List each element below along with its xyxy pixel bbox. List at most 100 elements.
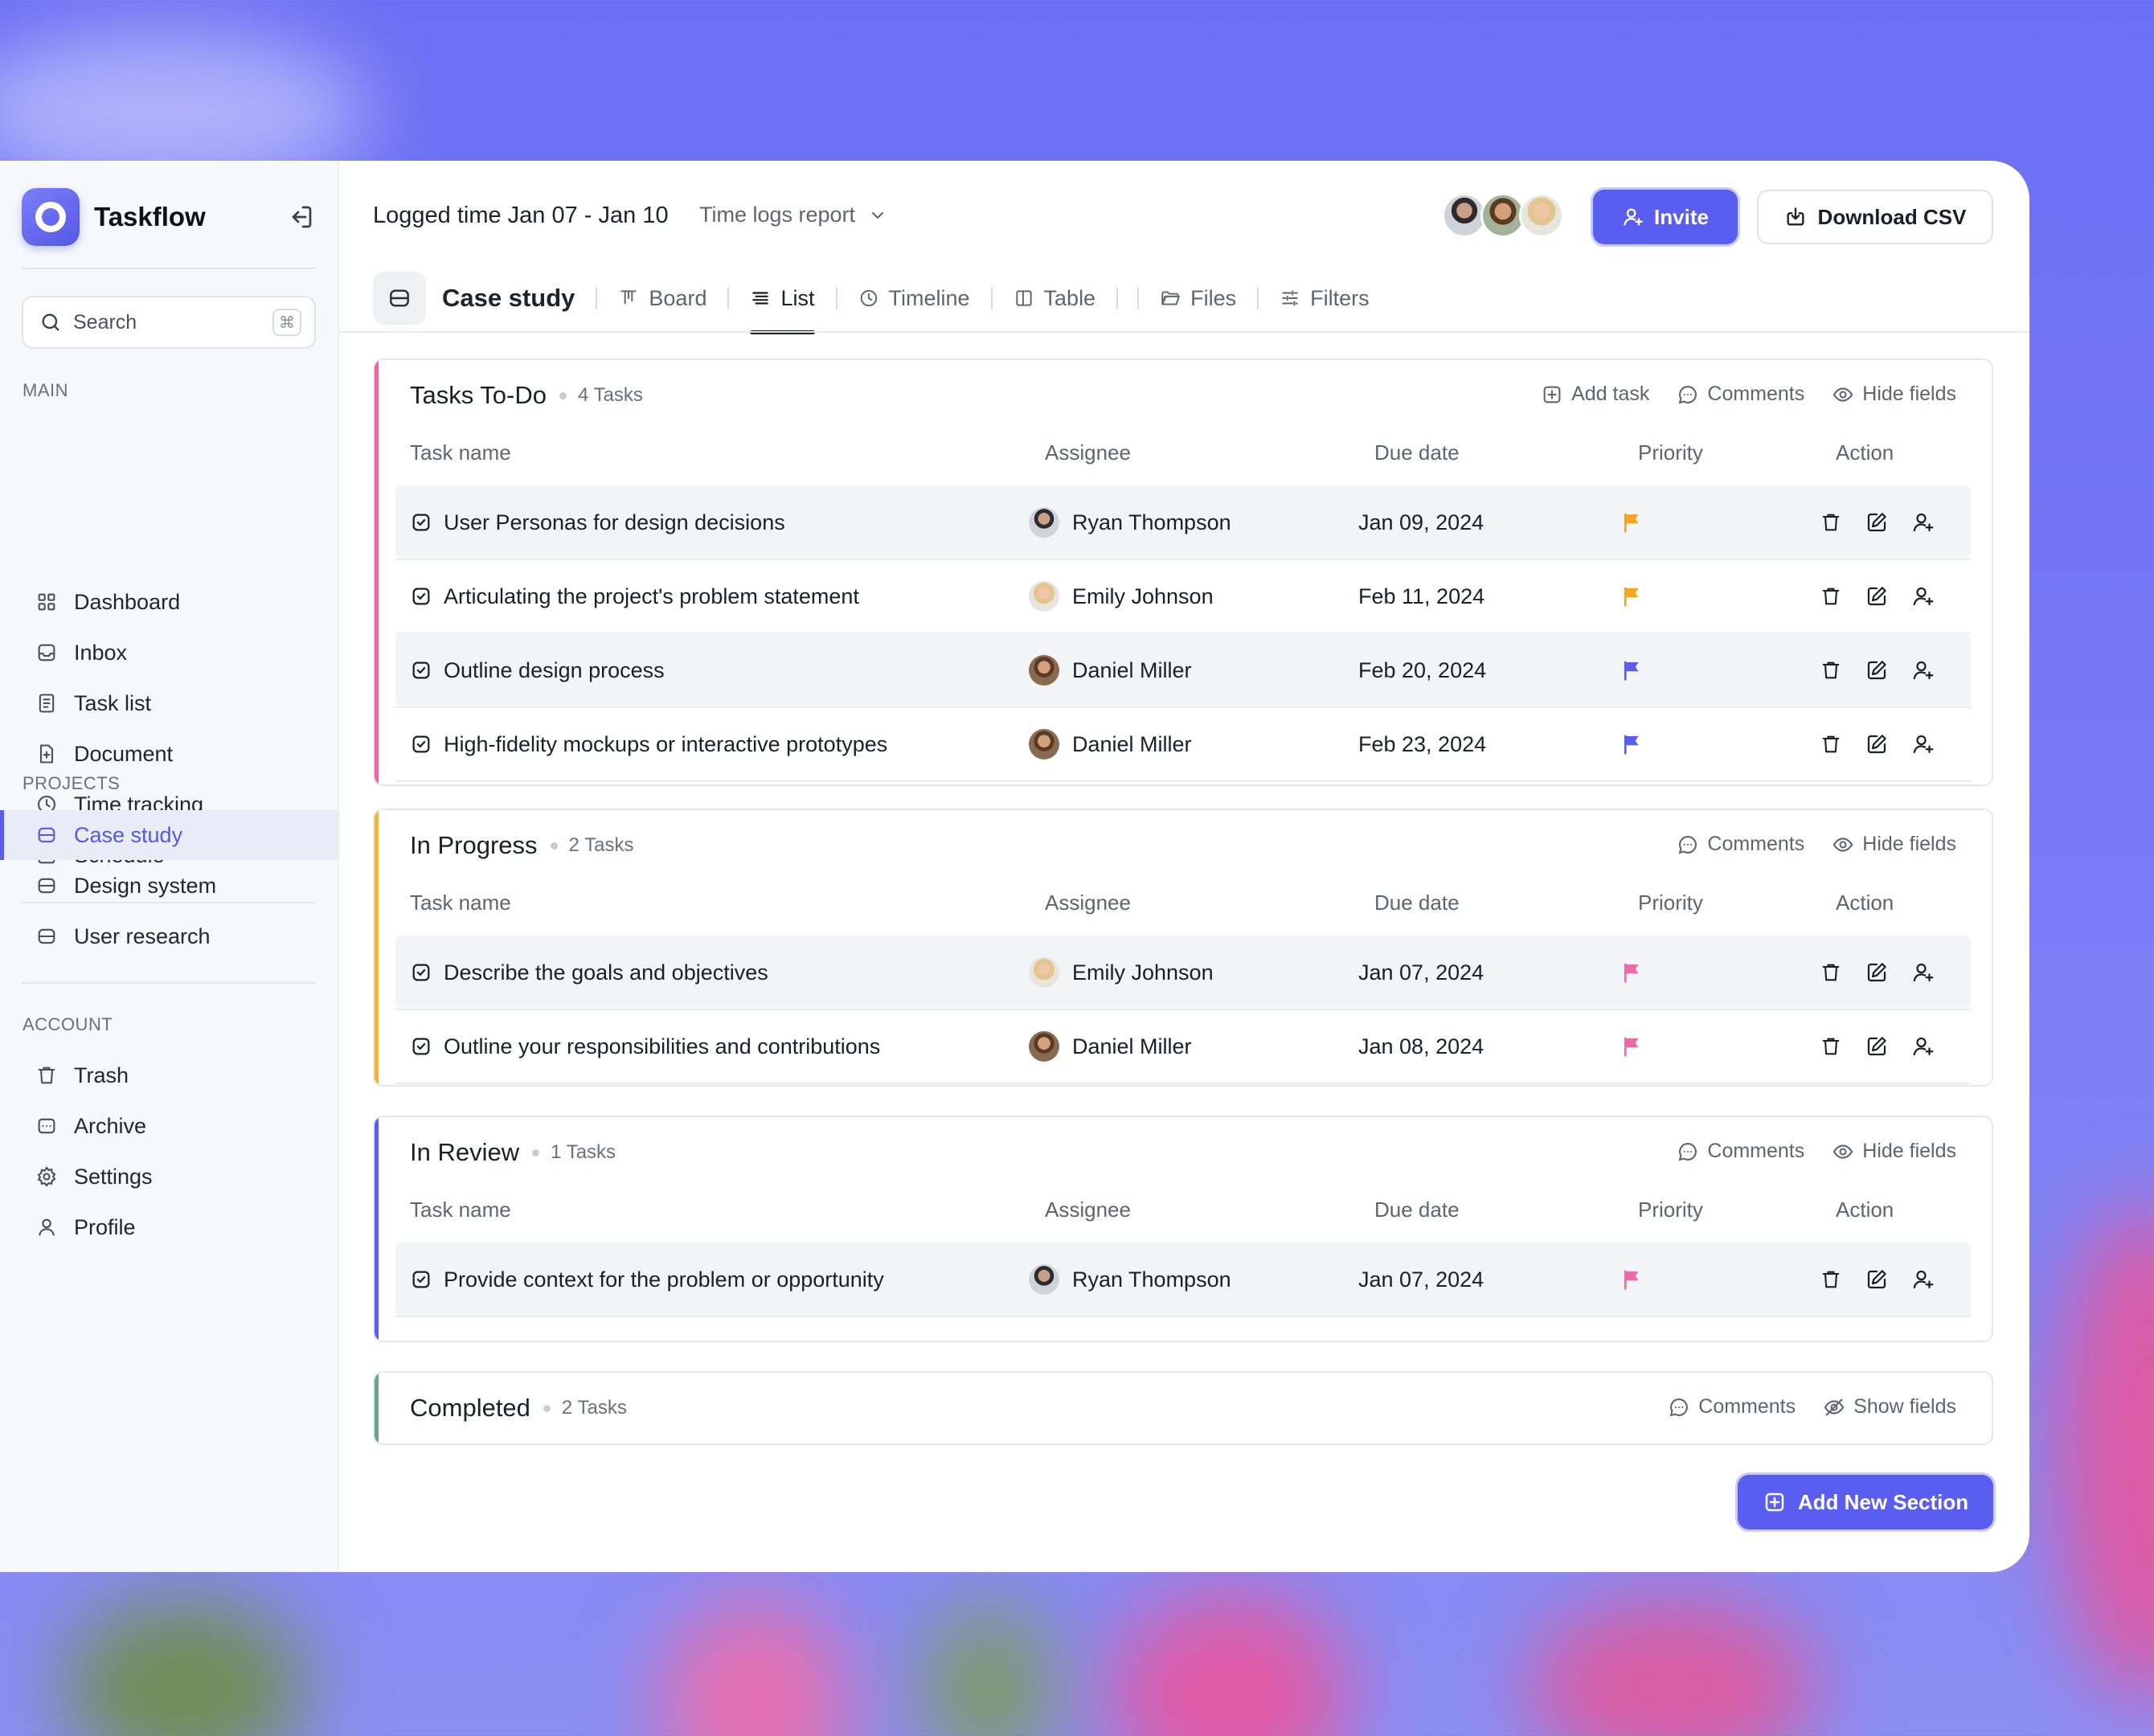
trash-icon[interactable] xyxy=(1820,585,1842,608)
brand[interactable]: Taskflow xyxy=(22,188,206,246)
edit-icon[interactable] xyxy=(1865,1267,1889,1292)
avatar xyxy=(1519,193,1564,238)
sidebar-item-dashboard[interactable]: Dashboard xyxy=(0,577,338,627)
assignee-cell[interactable]: Daniel Miller xyxy=(1029,633,1192,707)
action-cell xyxy=(1820,936,1958,1009)
group-accent-bar xyxy=(375,1117,379,1341)
task-cell[interactable]: User Personas for design decisions xyxy=(410,485,785,559)
assign-user-icon[interactable] xyxy=(1911,658,1935,682)
edit-icon[interactable] xyxy=(1865,584,1889,608)
comments-button[interactable]: Comments xyxy=(1677,1140,1804,1163)
assignee-cell[interactable]: Emily Johnson xyxy=(1029,936,1214,1009)
priority-cell[interactable] xyxy=(1620,707,1644,781)
group-actions: Add task Comments Hide fields xyxy=(1513,383,1956,406)
assign-user-icon[interactable] xyxy=(1911,1267,1935,1292)
comments-button[interactable]: Comments xyxy=(1677,833,1804,856)
trash-icon[interactable] xyxy=(1820,1268,1842,1291)
priority-flag-icon xyxy=(1624,587,1639,607)
trash-icon[interactable] xyxy=(1820,733,1842,755)
sidebar-item-user-research[interactable]: User research xyxy=(0,911,338,961)
group-header[interactable]: Completed 2 Tasks xyxy=(410,1394,627,1423)
trash-icon[interactable] xyxy=(1820,511,1842,534)
toggle-fields-button[interactable]: Show fields xyxy=(1823,1395,1956,1419)
tab-files[interactable]: Files xyxy=(1139,264,1257,333)
comments-button[interactable]: Comments xyxy=(1668,1395,1796,1419)
search-icon xyxy=(42,313,59,331)
toggle-fields-button[interactable]: Hide fields xyxy=(1832,833,1956,856)
sidebar-item-trash[interactable]: Trash xyxy=(0,1050,338,1100)
table-row[interactable]: Outline design process Daniel Miller Feb 2… xyxy=(395,633,1971,708)
priority-cell[interactable] xyxy=(1620,1009,1644,1083)
sidebar-item-task-list[interactable]: Task list xyxy=(0,678,338,728)
assignee-cell[interactable]: Emily Johnson xyxy=(1029,559,1214,633)
edit-icon[interactable] xyxy=(1865,658,1889,682)
assignee-cell[interactable]: Daniel Miller xyxy=(1029,707,1192,781)
comments-button[interactable]: Comments xyxy=(1677,383,1804,406)
trash-icon[interactable] xyxy=(1820,961,1842,984)
edit-icon[interactable] xyxy=(1865,732,1889,756)
add-new-section-button[interactable]: Add New Section xyxy=(1738,1475,1993,1529)
add-task-button[interactable]: Add task xyxy=(1541,383,1649,406)
task-cell[interactable]: Articulating the project's problem state… xyxy=(410,559,859,633)
toggle-fields-button[interactable]: Hide fields xyxy=(1832,1140,1956,1163)
edit-icon[interactable] xyxy=(1865,960,1889,985)
task-cell[interactable]: Outline design process xyxy=(410,633,665,707)
group-title: In Review xyxy=(410,1138,520,1166)
download-icon xyxy=(1787,207,1804,226)
sidebar-item-settings[interactable]: Settings xyxy=(0,1152,338,1202)
list-icon xyxy=(39,694,55,713)
sidebar-item-profile[interactable]: Profile xyxy=(0,1202,338,1252)
sidebar-item-archive[interactable]: Archive xyxy=(0,1101,338,1151)
assign-user-icon[interactable] xyxy=(1911,732,1935,756)
sidebar-item-inbox[interactable]: Inbox xyxy=(0,628,338,678)
table-row[interactable]: Outline your responsibilities and contri… xyxy=(395,1009,1971,1084)
tab-list[interactable]: List xyxy=(729,264,835,334)
tab-table[interactable]: Table xyxy=(993,264,1117,333)
priority-cell[interactable] xyxy=(1620,485,1644,559)
table-row[interactable]: User Personas for design decisions Ryan T… xyxy=(395,485,1971,560)
table-row[interactable]: Describe the goals and objectives Emily J… xyxy=(395,936,1971,1010)
tab-board[interactable]: Board xyxy=(597,264,727,333)
assign-user-icon[interactable] xyxy=(1911,1034,1935,1058)
table-row[interactable]: High-fidelity mockups or interactive pro… xyxy=(395,707,1971,782)
tab-filters[interactable]: Filters xyxy=(1259,264,1390,333)
team-avatars[interactable] xyxy=(1442,193,1564,238)
tab-timeline[interactable]: Timeline xyxy=(837,264,991,333)
toggle-fields-button[interactable]: Hide fields xyxy=(1832,383,1956,406)
task-cell[interactable]: High-fidelity mockups or interactive pro… xyxy=(410,707,887,781)
trash-icon[interactable] xyxy=(1820,1035,1842,1058)
assignee-cell[interactable]: Daniel Miller xyxy=(1029,1009,1192,1083)
invite-button[interactable]: Invite xyxy=(1593,190,1738,244)
trash-icon[interactable] xyxy=(1820,659,1842,682)
search-input[interactable]: Search ⌘ xyxy=(22,296,316,349)
assign-user-icon[interactable] xyxy=(1911,510,1935,534)
download-csv-button[interactable]: Download CSV xyxy=(1757,190,1993,244)
assignee-cell[interactable]: Ryan Thompson xyxy=(1029,485,1231,559)
table-row[interactable]: Provide context for the problem or oppor… xyxy=(395,1243,1971,1317)
group-header[interactable]: In Progress 2 Tasks xyxy=(410,831,633,860)
priority-cell[interactable] xyxy=(1620,633,1644,707)
priority-cell[interactable] xyxy=(1620,936,1644,1009)
assign-user-icon[interactable] xyxy=(1911,584,1935,608)
task-cell[interactable]: Provide context for the problem or oppor… xyxy=(410,1243,884,1316)
edit-icon[interactable] xyxy=(1865,1034,1889,1058)
sidebar-item-design-system[interactable]: Design system xyxy=(0,861,338,911)
table-row[interactable]: Articulating the project's problem state… xyxy=(395,559,1971,634)
column-header-task: Task name xyxy=(410,440,511,465)
group-header[interactable]: In Review 1 Tasks xyxy=(410,1138,616,1167)
task-cell[interactable]: Outline your responsibilities and contri… xyxy=(410,1009,880,1083)
user-icon xyxy=(39,1218,55,1236)
sidebar-item-case-study[interactable]: Case study xyxy=(0,810,338,860)
folder-icon xyxy=(390,289,409,307)
edit-icon[interactable] xyxy=(1865,510,1889,534)
priority-cell[interactable] xyxy=(1620,1243,1644,1316)
collapse-sidebar-icon[interactable] xyxy=(286,203,315,231)
sidebar-item-document[interactable]: Document xyxy=(0,729,338,779)
priority-cell[interactable] xyxy=(1620,559,1644,633)
sidebar-item-label: Design system xyxy=(74,873,217,898)
assign-user-icon[interactable] xyxy=(1911,960,1935,985)
assignee-cell[interactable]: Ryan Thompson xyxy=(1029,1243,1231,1316)
report-dropdown[interactable]: Time logs report xyxy=(699,203,887,227)
group-header[interactable]: Tasks To-Do 4 Tasks xyxy=(410,381,643,410)
task-cell[interactable]: Describe the goals and objectives xyxy=(410,936,768,1009)
